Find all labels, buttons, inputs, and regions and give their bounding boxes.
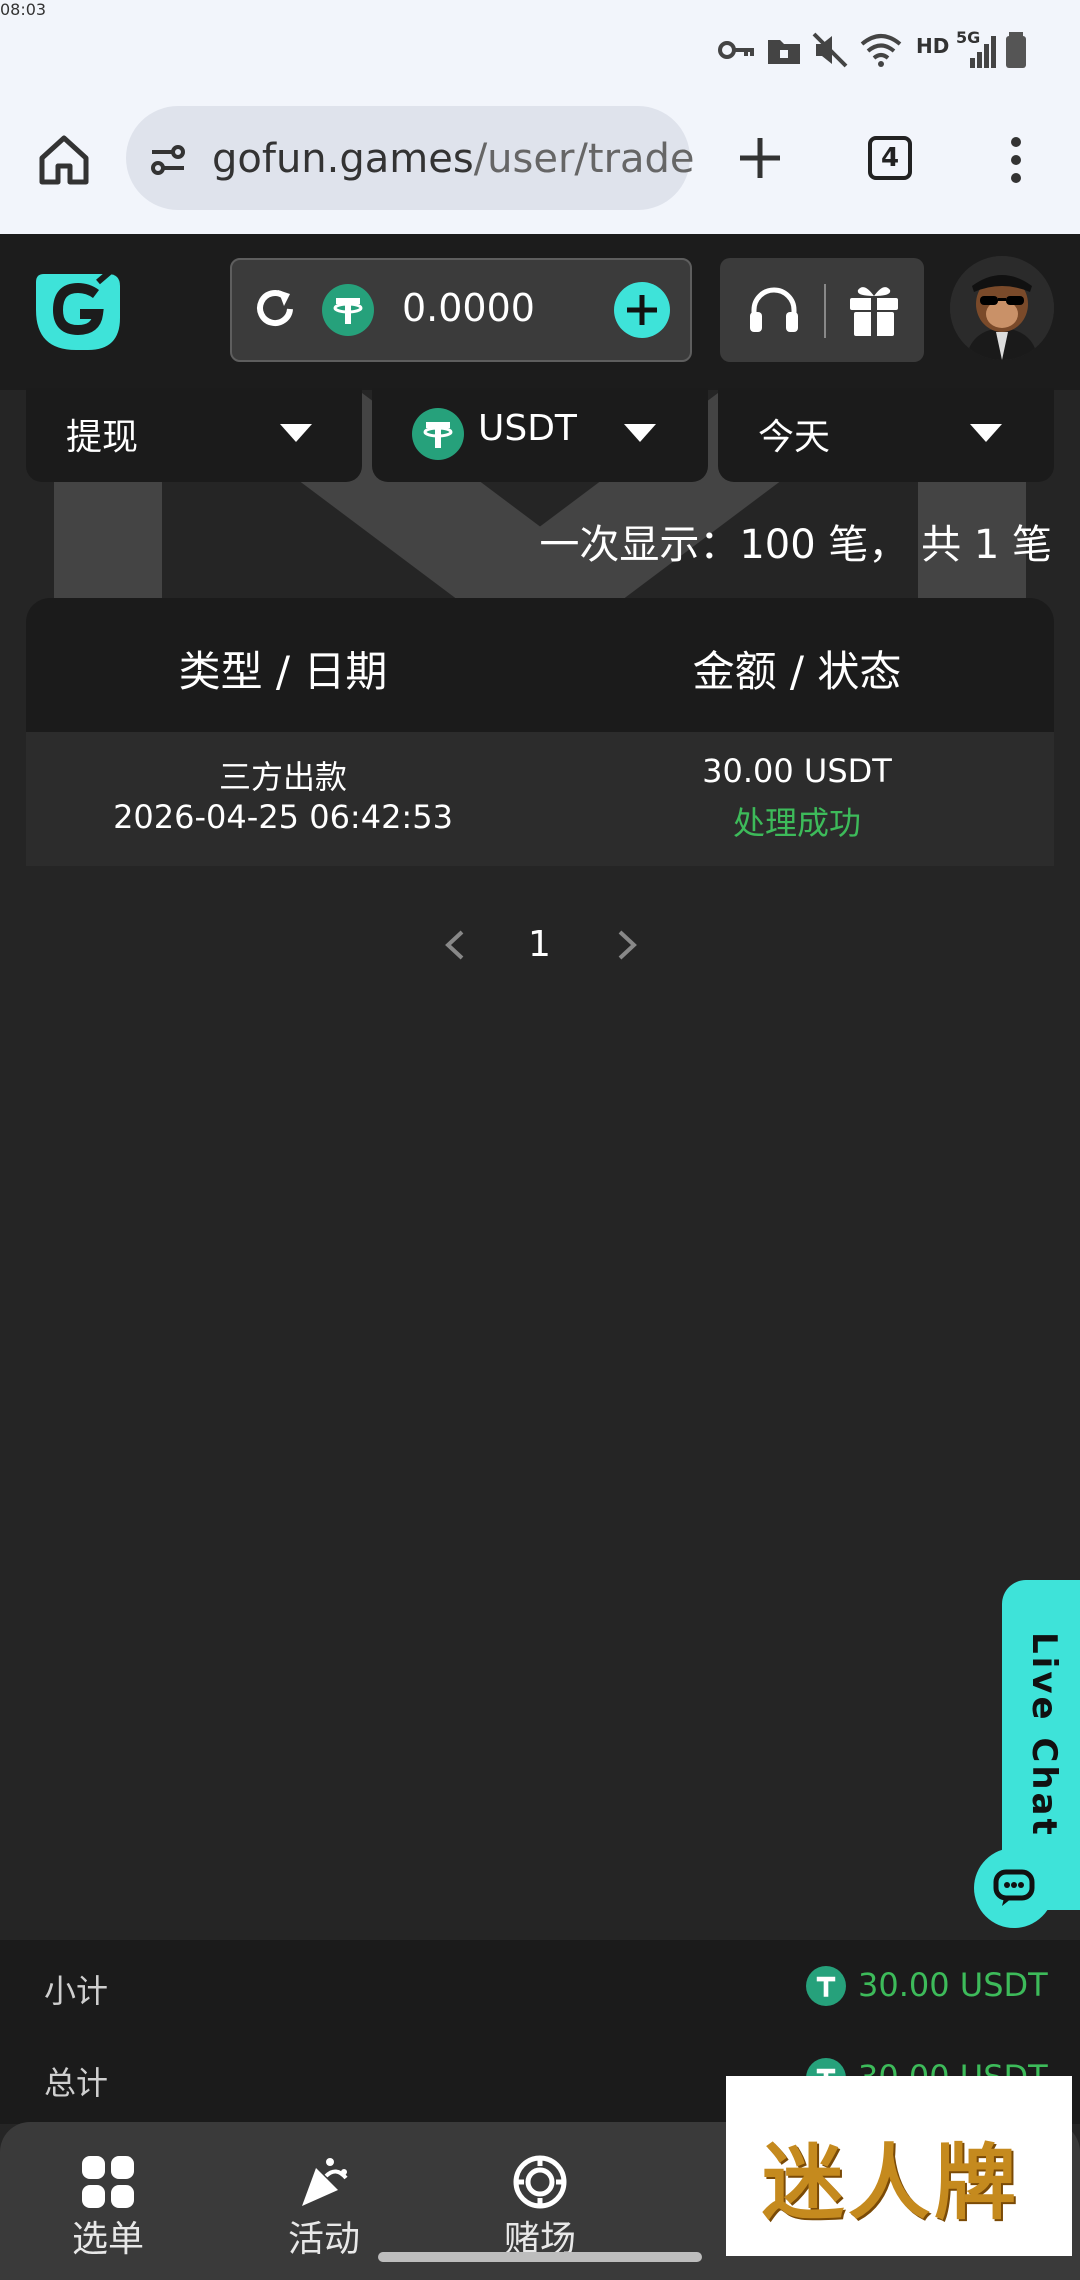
more-menu-icon[interactable] [1004,134,1028,186]
row-status: 处理成功 [732,804,861,842]
party-popper-icon [302,2158,348,2206]
prev-page-icon[interactable] [440,928,470,962]
row-date: 2026-04-25 06:42:53 [113,798,453,836]
nav-item-menu[interactable]: 选单 [58,2150,158,2260]
live-chat-label: Live Chat [1024,1632,1064,1838]
url-text[interactable]: gofun.games/user/trade [212,136,695,182]
tab-count: 4 [880,143,900,173]
total-label: 总计 [44,2064,109,2102]
home-icon[interactable] [36,132,92,188]
records-summary: 一次显示：100 笔， 共 1 笔 [539,522,1052,568]
nav-label-events: 活动 [288,2219,361,2260]
subtotal-value: 30.00 USDT [858,1966,1048,2004]
live-chat-bubble[interactable] [974,1848,1054,1928]
nav-item-events[interactable]: 活动 [274,2150,374,2260]
usdt-coin-icon [322,284,374,336]
user-avatar[interactable] [950,256,1054,360]
next-page-icon[interactable] [612,928,642,962]
wifi-icon [860,34,902,67]
currency-filter-value: USDT [478,408,577,449]
nav-label-menu: 选单 [72,2219,145,2260]
column-header-amount-status: 金额 / 状态 [692,647,902,696]
currency-filter-dropdown[interactable]: USDT [372,388,708,482]
period-filter-value: 今天 [758,417,831,458]
network-type-label: HD [916,34,950,58]
url-domain: gofun.games [212,136,474,182]
usdt-coin-icon [806,1966,846,2006]
trade-table: 类型 / 日期 金额 / 状态 三方出款 2026-04-25 06:42:53… [26,598,1054,866]
table-row[interactable]: 三方出款 2026-04-25 06:42:53 30.00 USDT 处理成功 [26,732,1054,866]
promo-overlay-banner[interactable]: 迷人牌 [726,2076,1072,2256]
type-filter-value: 提现 [66,417,139,458]
period-filter-dropdown[interactable]: 今天 [718,388,1054,482]
grid-icon [82,2156,134,2208]
monkey-avatar-icon [950,256,1054,360]
battery-icon [1006,32,1026,68]
subtotal-label: 小计 [44,1972,109,2010]
gesture-home-bar[interactable] [378,2252,702,2262]
row-amount: 30.00 USDT [702,752,892,790]
headset-icon[interactable] [746,282,802,338]
gift-icon[interactable] [846,280,902,338]
url-path: /user/trade [473,136,695,182]
wallet-balance: 0.0000 [402,286,535,330]
mute-icon [812,32,848,68]
chevron-down-icon [970,424,1002,442]
key-icon [718,41,754,59]
row-type: 三方出款 [218,758,347,796]
casino-chip-icon [513,2155,567,2209]
gofun-logo-icon[interactable] [34,264,122,352]
current-page[interactable]: 1 [528,924,551,965]
type-filter-dropdown[interactable]: 提现 [26,388,362,482]
site-settings-icon[interactable] [148,140,188,180]
deposit-plus-icon[interactable] [614,282,670,338]
column-header-type-date: 类型 / 日期 [178,647,388,696]
new-tab-icon[interactable] [736,134,784,182]
tab-count-button[interactable]: 4 [868,136,912,180]
chevron-down-icon [280,424,312,442]
nav-item-casino[interactable]: 赌场 [490,2150,590,2260]
table-header: 类型 / 日期 金额 / 状态 [26,598,1054,732]
folder-lock-icon [768,40,800,64]
header-divider [824,284,826,338]
chevron-down-icon [624,424,656,442]
signal-icon [970,36,996,68]
refresh-icon[interactable] [250,284,300,334]
promo-text: 迷人牌 [762,2135,1021,2231]
chat-icon [993,1869,1035,1906]
usdt-coin-icon [412,408,464,460]
